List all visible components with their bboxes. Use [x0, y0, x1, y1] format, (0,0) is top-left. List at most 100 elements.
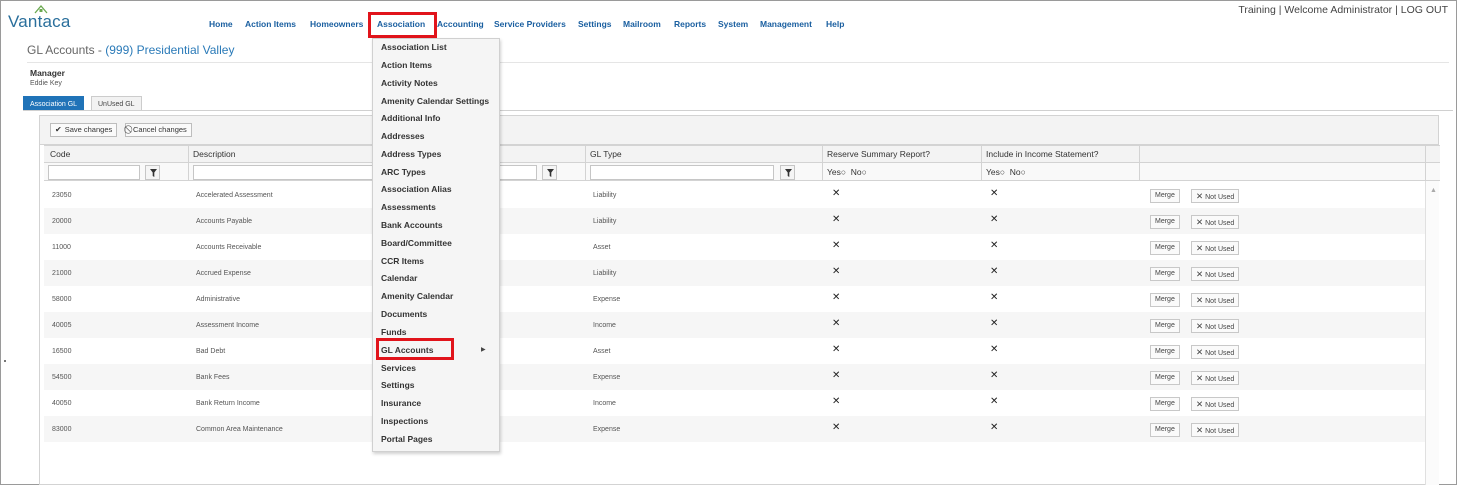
- not-used-button[interactable]: ✕ Not Used: [1191, 215, 1240, 229]
- vantaca-logo[interactable]: Vantaca: [8, 4, 88, 34]
- cell-reserve[interactable]: ✕: [832, 422, 840, 433]
- menu-item-insurance[interactable]: Insurance: [381, 398, 421, 408]
- not-used-button[interactable]: ✕ Not Used: [1191, 397, 1240, 411]
- menu-item-address-types[interactable]: Address Types: [381, 149, 441, 159]
- menu-item-amenity-calendar[interactable]: Amenity Calendar: [381, 291, 453, 301]
- merge-button[interactable]: Merge: [1150, 189, 1180, 203]
- save-changes-button[interactable]: ✔ Save changes: [50, 123, 118, 137]
- menu-item-amenity-calendar-settings[interactable]: Amenity Calendar Settings: [381, 96, 489, 106]
- cell-income[interactable]: ✕: [990, 396, 998, 407]
- menu-item-settings[interactable]: Settings: [381, 380, 415, 390]
- cell-income[interactable]: ✕: [990, 292, 998, 303]
- nav-mailroom[interactable]: Mailroom: [623, 19, 661, 29]
- not-used-button[interactable]: ✕ Not Used: [1191, 267, 1240, 281]
- cell-income[interactable]: ✕: [990, 240, 998, 251]
- nav-action-items[interactable]: Action Items: [245, 19, 296, 29]
- menu-item-activity-notes[interactable]: Activity Notes: [381, 78, 438, 88]
- nav-accounting[interactable]: Accounting: [437, 19, 484, 29]
- merge-button[interactable]: Merge: [1150, 293, 1180, 307]
- cell-income[interactable]: ✕: [990, 214, 998, 225]
- table-row[interactable]: 21000 Accrued Expense Liability ✕ ✕ Merg…: [44, 260, 1425, 286]
- menu-item-association-alias[interactable]: Association Alias: [381, 184, 452, 194]
- merge-button[interactable]: Merge: [1150, 371, 1180, 385]
- menu-item-funds[interactable]: Funds: [381, 327, 407, 337]
- cell-reserve[interactable]: ✕: [832, 292, 840, 303]
- table-row[interactable]: 20000 Accounts Payable Liability ✕ ✕ Mer…: [44, 208, 1425, 234]
- cell-reserve[interactable]: ✕: [832, 344, 840, 355]
- merge-button[interactable]: Merge: [1150, 423, 1180, 437]
- table-row[interactable]: 16500 Bad Debt Asset ✕ ✕ Merge ✕ Not Used: [44, 338, 1425, 364]
- cell-reserve[interactable]: ✕: [832, 214, 840, 225]
- menu-item-additional-info[interactable]: Additional Info: [381, 113, 441, 123]
- cell-income[interactable]: ✕: [990, 318, 998, 329]
- cell-income[interactable]: ✕: [990, 370, 998, 381]
- table-row[interactable]: 11000 Accounts Receivable Asset ✕ ✕ Merg…: [44, 234, 1425, 260]
- menu-item-action-items[interactable]: Action Items: [381, 60, 432, 70]
- table-row[interactable]: 83000 Common Area Maintenance Expense ✕ …: [44, 416, 1425, 442]
- not-used-button[interactable]: ✕ Not Used: [1191, 189, 1240, 203]
- column-header-income-statement[interactable]: Include in Income Statement?: [986, 149, 1098, 159]
- not-used-button[interactable]: ✕ Not Used: [1191, 371, 1240, 385]
- table-row[interactable]: 58000 Administrative Expense ✕ ✕ Merge ✕…: [44, 286, 1425, 312]
- menu-item-ccr-items[interactable]: CCR Items: [381, 256, 424, 266]
- not-used-button[interactable]: ✕ Not Used: [1191, 293, 1240, 307]
- nav-management[interactable]: Management: [760, 19, 812, 29]
- menu-item-documents[interactable]: Documents: [381, 309, 427, 319]
- column-header-description[interactable]: Description: [193, 149, 236, 159]
- merge-button[interactable]: Merge: [1150, 215, 1180, 229]
- menu-item-addresses[interactable]: Addresses: [381, 131, 424, 141]
- menu-item-calendar[interactable]: Calendar: [381, 273, 417, 283]
- scroll-up-icon[interactable]: ▲: [1430, 187, 1437, 194]
- reserve-yes-radio[interactable]: ○: [841, 167, 846, 177]
- merge-button[interactable]: Merge: [1150, 397, 1180, 411]
- menu-item-bank-accounts[interactable]: Bank Accounts: [381, 220, 443, 230]
- income-yes-radio[interactable]: ○: [1000, 167, 1005, 177]
- column-header-code[interactable]: Code: [50, 149, 70, 159]
- user-bar[interactable]: Training | Welcome Administrator | LOG O…: [1238, 4, 1448, 16]
- cell-income[interactable]: ✕: [990, 266, 998, 277]
- code-filter-button[interactable]: [145, 165, 160, 180]
- nav-homeowners[interactable]: Homeowners: [310, 19, 363, 29]
- column-header-reserve-summary[interactable]: Reserve Summary Report?: [827, 149, 930, 159]
- merge-button[interactable]: Merge: [1150, 319, 1180, 333]
- merge-button[interactable]: Merge: [1150, 241, 1180, 255]
- cell-reserve[interactable]: ✕: [832, 266, 840, 277]
- cell-income[interactable]: ✕: [990, 188, 998, 199]
- side-handle[interactable]: [4, 360, 6, 362]
- cell-reserve[interactable]: ✕: [832, 370, 840, 381]
- table-row[interactable]: 40050 Bank Return Income Income ✕ ✕ Merg…: [44, 390, 1425, 416]
- cell-reserve[interactable]: ✕: [832, 188, 840, 199]
- menu-item-services[interactable]: Services: [381, 363, 416, 373]
- menu-item-assessments[interactable]: Assessments: [381, 202, 436, 212]
- tab-unused-gl[interactable]: UnUsed GL: [91, 96, 142, 111]
- tab-association-gl[interactable]: Association GL: [23, 96, 85, 111]
- cell-reserve[interactable]: ✕: [832, 318, 840, 329]
- cell-income[interactable]: ✕: [990, 344, 998, 355]
- reserve-no-radio[interactable]: ○: [862, 167, 867, 177]
- gl-type-filter-button[interactable]: [780, 165, 795, 180]
- grid-scrollbar[interactable]: ▲: [1425, 181, 1439, 485]
- menu-item-association-list[interactable]: Association List: [381, 42, 447, 52]
- nav-settings[interactable]: Settings: [578, 19, 612, 29]
- cell-income[interactable]: ✕: [990, 422, 998, 433]
- menu-item-portal-pages[interactable]: Portal Pages: [381, 434, 433, 444]
- nav-reports[interactable]: Reports: [674, 19, 706, 29]
- cancel-changes-button[interactable]: ⃠Cancel changes: [125, 123, 192, 137]
- column-header-gl-type[interactable]: GL Type: [590, 149, 622, 159]
- menu-item-inspections[interactable]: Inspections: [381, 416, 428, 426]
- not-used-button[interactable]: ✕ Not Used: [1191, 241, 1240, 255]
- income-no-radio[interactable]: ○: [1021, 167, 1026, 177]
- not-used-button[interactable]: ✕ Not Used: [1191, 423, 1240, 437]
- nav-service-providers[interactable]: Service Providers: [494, 19, 566, 29]
- table-row[interactable]: 40005 Assessment Income Income ✕ ✕ Merge…: [44, 312, 1425, 338]
- table-row[interactable]: 23050 Accelerated Assessment Liability ✕…: [44, 182, 1425, 208]
- menu-item-board-committee[interactable]: Board/Committee: [381, 238, 452, 248]
- merge-button[interactable]: Merge: [1150, 267, 1180, 281]
- association-link[interactable]: (999) Presidential Valley: [105, 43, 234, 57]
- not-used-button[interactable]: ✕ Not Used: [1191, 345, 1240, 359]
- nav-system[interactable]: System: [718, 19, 748, 29]
- menu-item-arc-types[interactable]: ARC Types: [381, 167, 426, 177]
- not-used-button[interactable]: ✕ Not Used: [1191, 319, 1240, 333]
- cell-reserve[interactable]: ✕: [832, 240, 840, 251]
- gl-type-filter-input[interactable]: [590, 165, 774, 180]
